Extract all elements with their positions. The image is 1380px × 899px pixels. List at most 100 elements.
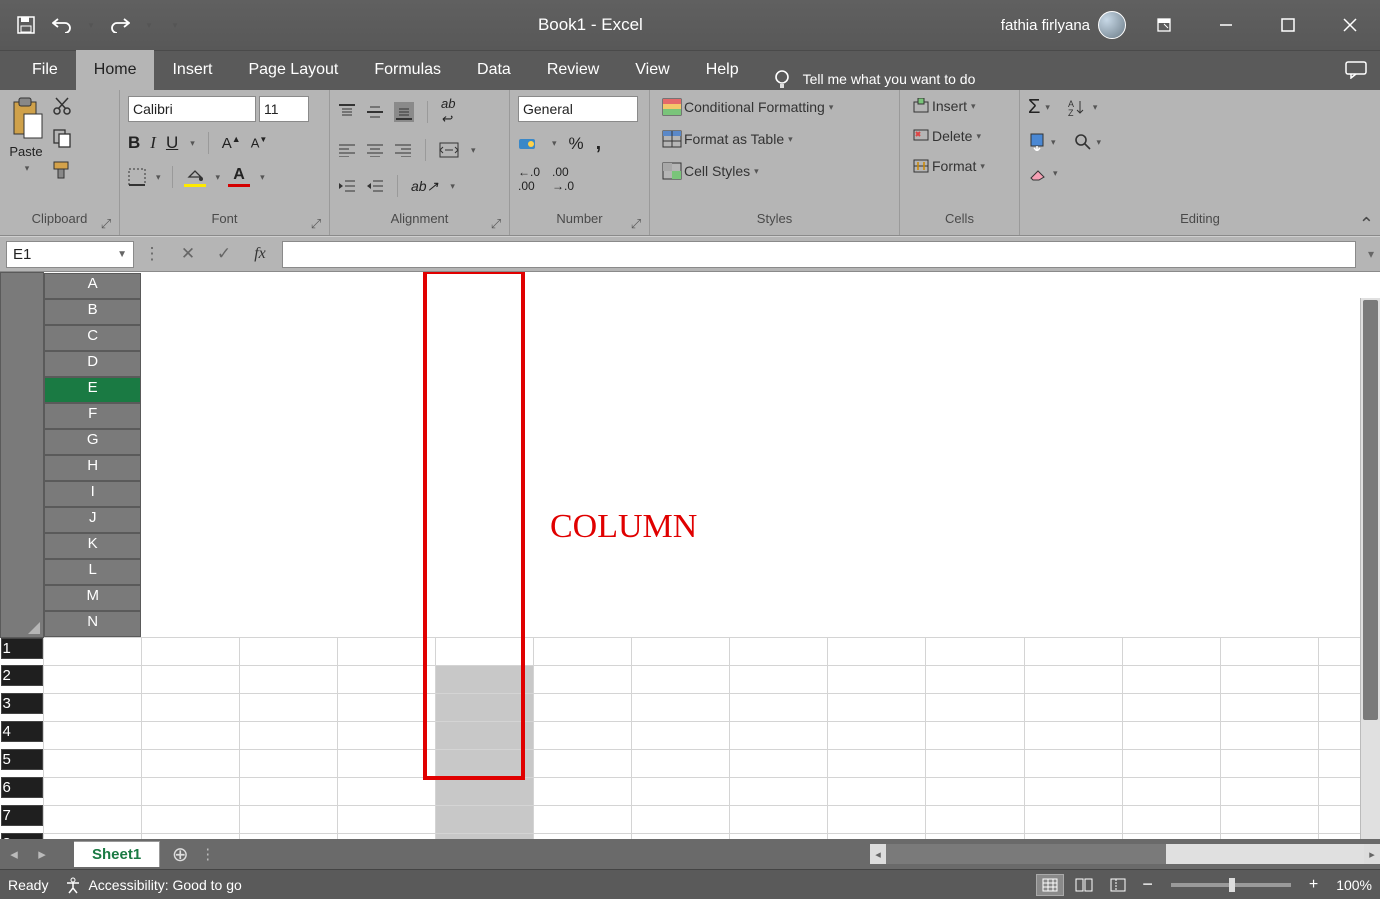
cell-A1[interactable] [43,637,141,665]
align-center-icon[interactable] [366,143,384,157]
paste-button[interactable] [8,96,44,140]
cell-C4[interactable] [240,721,338,749]
column-header-C[interactable]: C [44,325,142,351]
row-header-7[interactable]: 7 [1,805,43,826]
sheet-tab-active[interactable]: Sheet1 [74,841,160,867]
cell-I4[interactable] [828,721,926,749]
increase-decimal-icon[interactable]: ←.0.00 [518,165,540,193]
cell-A7[interactable] [43,805,141,833]
cell-D4[interactable] [338,721,436,749]
confirm-entry-icon[interactable]: ✓ [206,239,242,269]
cell-C8[interactable] [240,833,338,839]
font-name-combo[interactable] [128,96,256,122]
page-layout-view-icon[interactable] [1070,874,1098,896]
cell-B4[interactable] [141,721,239,749]
increase-indent-icon[interactable] [366,179,384,193]
cell-I8[interactable] [828,833,926,839]
fill-color-dropdown-icon[interactable]: ▾ [216,172,221,183]
cell-C3[interactable] [240,693,338,721]
fill-dropdown-icon[interactable]: ▾ [1051,137,1056,148]
cell-B7[interactable] [141,805,239,833]
new-sheet-button[interactable]: ⊕ [160,842,200,867]
cell-M5[interactable] [1220,749,1318,777]
cell-J4[interactable] [926,721,1024,749]
cell-E1[interactable] [436,637,534,665]
cell-F4[interactable] [534,721,632,749]
underline-dropdown-icon[interactable]: ▾ [190,138,195,149]
cell-D5[interactable] [338,749,436,777]
tab-help[interactable]: Help [688,50,757,90]
cell-I7[interactable] [828,805,926,833]
cell-A4[interactable] [43,721,141,749]
signed-in-user[interactable]: fathia firlyana [1001,11,1126,39]
borders-icon[interactable] [128,168,146,186]
zoom-in-button[interactable]: + [1309,876,1318,894]
copy-icon[interactable] [52,128,74,148]
column-header-A[interactable]: A [44,273,142,299]
cell-L2[interactable] [1122,665,1220,693]
cell-J7[interactable] [926,805,1024,833]
cell-J2[interactable] [926,665,1024,693]
page-break-view-icon[interactable] [1104,874,1132,896]
save-icon[interactable] [14,13,38,37]
undo-icon[interactable] [50,13,74,37]
accessibility-status[interactable]: Accessibility: Good to go [64,876,241,894]
cell-G1[interactable] [632,637,730,665]
cell-J3[interactable] [926,693,1024,721]
sort-dropdown-icon[interactable]: ▾ [1093,102,1098,113]
decrease-font-icon[interactable]: A▼ [251,135,268,150]
namebox-dropdown-icon[interactable]: ▼ [117,249,127,260]
comma-style-button[interactable]: , [596,132,602,155]
cell-J1[interactable] [926,637,1024,665]
name-box[interactable]: E1▼ [6,241,134,268]
column-header-J[interactable]: J [44,507,142,533]
column-header-H[interactable]: H [44,455,142,481]
sheet-nav-prev-icon[interactable]: ◂ [0,845,28,863]
cell-H4[interactable] [730,721,828,749]
qat-customize-icon[interactable]: ▾ [170,20,180,31]
align-left-icon[interactable] [338,143,356,157]
ribbon-display-button[interactable] [1140,8,1188,42]
cell-C2[interactable] [240,665,338,693]
cut-icon[interactable] [52,96,74,116]
accounting-format-icon[interactable] [518,136,538,152]
font-color-dropdown-icon[interactable]: ▾ [260,172,265,183]
cell-L5[interactable] [1122,749,1220,777]
column-header-K[interactable]: K [44,533,142,559]
cell-K1[interactable] [1024,637,1122,665]
column-header-N[interactable]: N [44,611,142,637]
percent-style-button[interactable]: % [569,134,584,154]
sort-filter-icon[interactable]: AZ [1068,99,1088,117]
cell-J5[interactable] [926,749,1024,777]
format-as-table-button[interactable]: Format as Table▾ [658,128,837,150]
formula-input[interactable] [282,241,1356,268]
cell-F6[interactable] [534,777,632,805]
column-header-I[interactable]: I [44,481,142,507]
row-header-8[interactable]: 8 [1,833,43,839]
cell-H6[interactable] [730,777,828,805]
close-button[interactable] [1326,8,1374,42]
clear-icon[interactable] [1028,165,1048,181]
cell-H2[interactable] [730,665,828,693]
cell-F1[interactable] [534,637,632,665]
tab-split-handle[interactable]: ⋮ [200,845,210,863]
cell-B3[interactable] [141,693,239,721]
delete-cells-button[interactable]: Delete▾ [908,126,989,146]
cell-L8[interactable] [1122,833,1220,839]
align-right-icon[interactable] [394,143,412,157]
cell-E2[interactable] [436,665,534,693]
cell-I3[interactable] [828,693,926,721]
cell-G7[interactable] [632,805,730,833]
find-dropdown-icon[interactable]: ▾ [1097,137,1102,148]
cell-I2[interactable] [828,665,926,693]
cell-K3[interactable] [1024,693,1122,721]
cell-styles-button[interactable]: Cell Styles▾ [658,160,837,182]
cell-G5[interactable] [632,749,730,777]
sheet-nav-next-icon[interactable]: ▸ [28,845,56,863]
cell-K2[interactable] [1024,665,1122,693]
number-format-combo[interactable] [518,96,638,122]
cell-K8[interactable] [1024,833,1122,839]
select-all-corner[interactable] [1,273,44,638]
align-middle-icon[interactable] [366,103,384,121]
decrease-indent-icon[interactable] [338,179,356,193]
